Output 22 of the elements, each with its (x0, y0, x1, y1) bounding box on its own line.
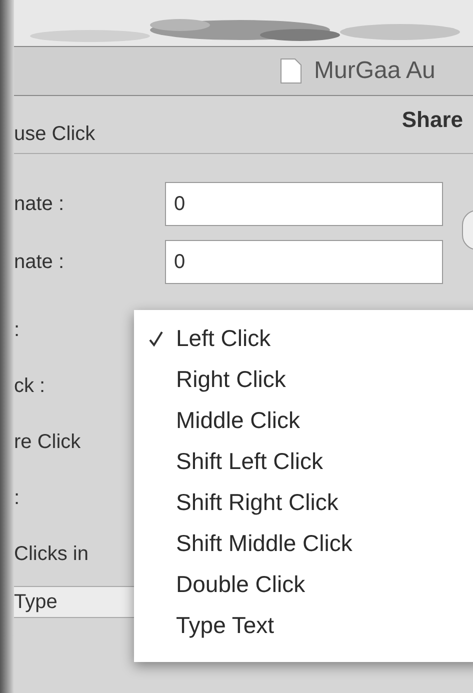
field-label: : (14, 486, 20, 511)
tab-title: Share (402, 106, 463, 134)
document-icon (280, 58, 302, 84)
field-label: Clicks in (14, 542, 88, 567)
menu-item[interactable]: Right Click (134, 359, 286, 400)
menu-item[interactable]: Left Click (134, 318, 271, 359)
input-field[interactable]: 0 (165, 182, 443, 226)
section-title: use Click (14, 122, 96, 146)
window-title: MurGaa Au (314, 56, 436, 86)
menu-item[interactable]: Middle Click (134, 400, 300, 441)
menu-item[interactable]: Shift Middle Click (134, 523, 352, 564)
menu-item[interactable]: Double Click (134, 564, 306, 605)
field-label: : (14, 318, 20, 343)
field-label: nate : (14, 250, 66, 275)
column-header: Type (14, 590, 58, 615)
input-field[interactable]: 0 (165, 240, 443, 284)
menu-item[interactable]: Shift Left Click (134, 441, 323, 482)
menu-item[interactable]: Type Text (134, 605, 274, 646)
menu-item[interactable]: Shift Right Click (134, 482, 338, 523)
field-label: nate : (14, 192, 66, 217)
field-label: ck : (14, 374, 46, 399)
field-label: re Click (14, 430, 81, 455)
